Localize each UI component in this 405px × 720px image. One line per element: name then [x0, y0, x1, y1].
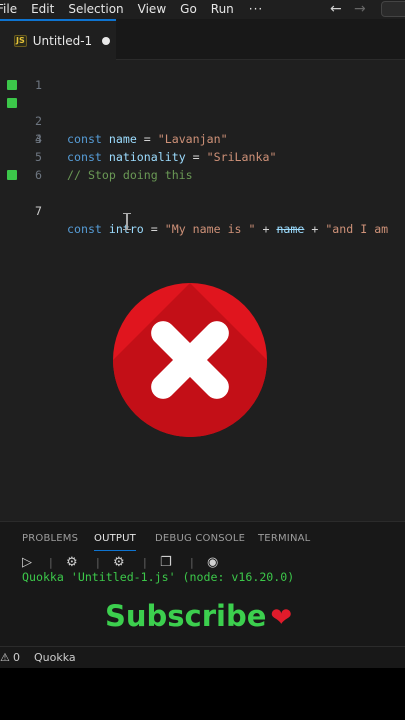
- tab-title: Untitled-1: [32, 33, 93, 48]
- code-line[interactable]: 1: [0, 60, 405, 92]
- unsaved-dot-icon[interactable]: [102, 36, 111, 45]
- code-line[interactable]: 2 const name = "Lavanjan": [0, 76, 405, 146]
- string-literal: "and I am: [325, 222, 389, 236]
- forward-arrow-icon[interactable]: →: [354, 0, 366, 19]
- video-letterbox: [0, 668, 405, 720]
- subscribe-banner: Subscribe ❤: [105, 599, 292, 633]
- text-cursor-icon: [123, 213, 131, 230]
- string-literal: "My name is ": [164, 222, 256, 236]
- code-line[interactable]: 5 // Stop doing this: [0, 130, 405, 182]
- editor-tab-bar: JS Untitled-1: [0, 19, 405, 60]
- status-bar: ⚠ 0 Quokka: [0, 646, 405, 668]
- menu-bar: File Edit Selection View Go Run ··· ← →: [0, 0, 405, 19]
- coverage-indicator-icon: [7, 98, 17, 108]
- operator: =: [143, 222, 165, 236]
- menu-edit[interactable]: Edit: [24, 0, 61, 19]
- coverage-indicator-icon: [7, 170, 17, 180]
- code-line[interactable]: 3 const nationality = "SriLanka": [0, 94, 405, 164]
- tab-problems[interactable]: PROBLEMS: [22, 533, 78, 544]
- subscribe-text: Subscribe: [105, 599, 267, 633]
- output-log-line: Quokka 'Untitled-1.js' (node: v16.20.0): [22, 570, 295, 584]
- tab-untitled-1[interactable]: JS Untitled-1: [0, 19, 116, 60]
- tab-debug-console[interactable]: DEBUG CONSOLE: [155, 533, 245, 544]
- javascript-file-icon: JS: [14, 34, 27, 47]
- command-center-search[interactable]: [381, 1, 405, 17]
- warning-count[interactable]: 0: [13, 647, 20, 669]
- line-number: 7: [35, 204, 42, 218]
- variable-reference: name: [276, 222, 305, 236]
- operator: +: [255, 222, 277, 236]
- status-quokka[interactable]: Quokka: [34, 647, 76, 669]
- red-x-icon: [113, 283, 267, 437]
- menu-view[interactable]: View: [131, 0, 173, 19]
- back-arrow-icon[interactable]: ←: [330, 0, 342, 19]
- panel-tabs: PROBLEMS OUTPUT DEBUG CONSOLE TERMINAL: [0, 522, 405, 555]
- warning-icon[interactable]: ⚠: [0, 647, 10, 669]
- menu-file[interactable]: File: [0, 0, 24, 19]
- menu-go[interactable]: Go: [173, 0, 204, 19]
- tab-terminal[interactable]: TERMINAL: [258, 533, 310, 544]
- menu-selection[interactable]: Selection: [61, 0, 130, 19]
- tab-output[interactable]: OUTPUT: [94, 533, 136, 551]
- code-line-active[interactable]: 7 const intro = "My name is " + name + "…: [0, 166, 405, 236]
- keyword: const: [67, 222, 102, 236]
- coverage-indicator-icon: [7, 80, 17, 90]
- heart-icon: ❤: [270, 603, 293, 633]
- operator: +: [304, 222, 326, 236]
- code-line[interactable]: 4: [0, 112, 405, 146]
- menu-more-icon[interactable]: ···: [241, 0, 271, 19]
- menu-run[interactable]: Run: [204, 0, 241, 19]
- code-line[interactable]: 6: [0, 148, 405, 182]
